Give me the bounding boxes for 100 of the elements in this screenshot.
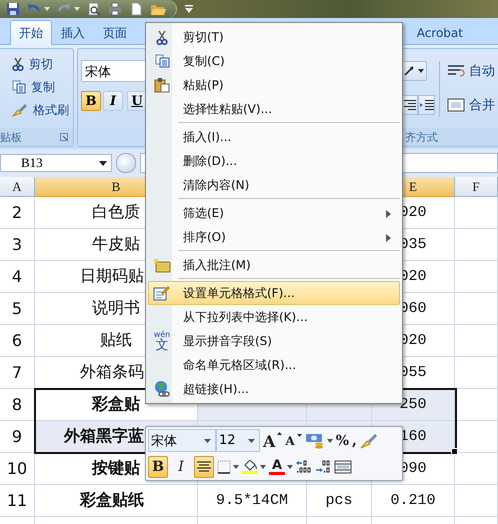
dropdown-arrow-icon [233, 464, 239, 468]
menu-item[interactable]: 从下拉列表中选择(K)... [148, 305, 400, 329]
format-cells-icon [153, 285, 171, 301]
table-cell: 7 [12, 363, 22, 382]
table-cell: 贴纸 [100, 330, 132, 351]
table-cell: 9 [12, 427, 22, 446]
font-color-button[interactable]: A [269, 456, 293, 478]
menu-item[interactable]: 粘贴(P) [148, 73, 400, 97]
menu-item[interactable]: 超链接(H)... [148, 377, 400, 401]
group-label: 贴板 [0, 130, 22, 144]
ribbon-tab[interactable]: Acrobat [408, 21, 472, 44]
brush-icon [360, 432, 378, 448]
ribbon-command[interactable]: 格式刷 [12, 100, 73, 120]
dropdown-arrow-icon [99, 160, 107, 166]
ribbon-tab[interactable]: 开始 [10, 20, 52, 45]
table-cell: 外箱条码 [80, 362, 144, 383]
orientation-icon [403, 65, 425, 77]
brush-icon [12, 103, 28, 117]
menu-item[interactable]: 设置单元格格式(F)... [148, 281, 400, 305]
table-cell: 8 [12, 395, 22, 414]
menu-item[interactable]: 选择性粘贴(V)... [148, 97, 400, 121]
clipboard-icon [154, 77, 170, 93]
bold-button[interactable]: B [148, 456, 168, 478]
table-cell: 250 [399, 396, 426, 413]
ribbon-command[interactable]: 自动 [447, 61, 495, 81]
table-cell: 6 [12, 331, 22, 350]
percent-style-button[interactable]: % [336, 430, 350, 452]
submenu-arrow-icon [386, 234, 391, 242]
table-cell: 3 [12, 235, 22, 254]
italic-button[interactable]: I [171, 456, 191, 478]
ribbon-command[interactable]: 复制 [12, 77, 73, 97]
decrease-decimal-icon [315, 460, 331, 474]
ribbon-tab[interactable]: 插入 [52, 21, 94, 44]
table-cell: 说明书 [92, 298, 140, 319]
note-icon [153, 258, 171, 272]
comma-style-button[interactable]: , [352, 430, 357, 452]
copy-icon [154, 54, 170, 68]
table-cell: 白色质 [92, 202, 140, 223]
dropdown-arrow-icon [287, 464, 293, 468]
merge-cells-icon [334, 460, 352, 474]
dialog-launcher-icon[interactable] [60, 133, 68, 141]
table-cell: 彩盒贴 [92, 394, 140, 415]
font-size-field[interactable]: 12 [216, 429, 260, 452]
dropdown-arrow-icon[interactable] [74, 7, 80, 11]
table-cell: 11 [6, 491, 28, 510]
new-document-icon[interactable] [129, 2, 143, 16]
align-right-icon [404, 99, 416, 111]
menu-item[interactable]: 命名单元格区域(R)... [148, 353, 400, 377]
dropdown-arrow-icon [260, 464, 266, 468]
ribbon-command[interactable]: 剪切 [12, 54, 73, 74]
scissors-icon [156, 30, 168, 44]
table-cell: 4 [12, 267, 22, 286]
table-cell: 0.210 [390, 492, 436, 509]
table-cell: 5 [12, 299, 22, 318]
column-header[interactable]: A [0, 177, 35, 197]
customize-arrow-icon[interactable] [185, 5, 193, 13]
grow-font-button[interactable]: A [263, 430, 282, 452]
menu-item[interactable]: 复制(C) [148, 49, 400, 73]
print-preview-icon[interactable] [87, 2, 101, 16]
format-button[interactable]: U [127, 91, 147, 111]
printer-icon[interactable] [108, 2, 122, 16]
menu-item[interactable]: 插入批注(M) [148, 253, 400, 277]
table-cell: 2 [12, 203, 22, 222]
ribbon-tab[interactable]: 页面 [94, 21, 136, 44]
caret-down-icon [296, 434, 302, 436]
orientation-button[interactable] [401, 61, 427, 81]
format-button[interactable]: B [81, 91, 101, 111]
paint-bucket-icon [243, 460, 257, 470]
shrink-font-button[interactable]: A [285, 430, 302, 452]
table-cell: 外箱黑字蓝 [64, 426, 144, 447]
dropdown-arrow-icon[interactable] [44, 7, 50, 11]
table-cell: 10 [6, 459, 28, 478]
borders-icon [217, 460, 231, 474]
folder-icon[interactable] [150, 2, 166, 16]
money-icon [304, 432, 325, 448]
table-cell: 彩盒贴纸 [80, 490, 144, 511]
column-header[interactable]: F [455, 177, 498, 197]
format-button[interactable]: I [103, 91, 123, 111]
indent-button[interactable] [418, 95, 435, 115]
table-cell: 按键贴 [92, 458, 140, 479]
menu-item[interactable]: 插入(I)... [148, 125, 400, 149]
table-cell: pcs [325, 492, 352, 509]
dropdown-arrow-icon [204, 438, 211, 442]
font-field[interactable]: 宋体 [148, 429, 216, 452]
fill-handle[interactable] [451, 448, 458, 455]
table-cell: 牛皮贴 [92, 234, 140, 255]
save-icon[interactable] [6, 2, 20, 16]
menu-item[interactable]: 筛选(E) [148, 201, 400, 225]
align-center-icon [197, 460, 211, 472]
scissors-icon [12, 57, 24, 71]
menu-item[interactable]: 剪切(T) [148, 25, 400, 49]
pinyin-glyph: wén 文 [154, 330, 170, 352]
name-box[interactable]: B13 [0, 154, 112, 172]
increase-decimal-icon [296, 460, 312, 474]
submenu-arrow-icon [386, 210, 391, 218]
center-button[interactable] [194, 456, 214, 478]
menu-item[interactable]: 排序(O) [148, 225, 400, 249]
merge-cells-icon [447, 98, 465, 112]
ribbon-command[interactable]: 合并 [447, 95, 495, 115]
menu-item[interactable]: 删除(D)... [148, 149, 400, 173]
